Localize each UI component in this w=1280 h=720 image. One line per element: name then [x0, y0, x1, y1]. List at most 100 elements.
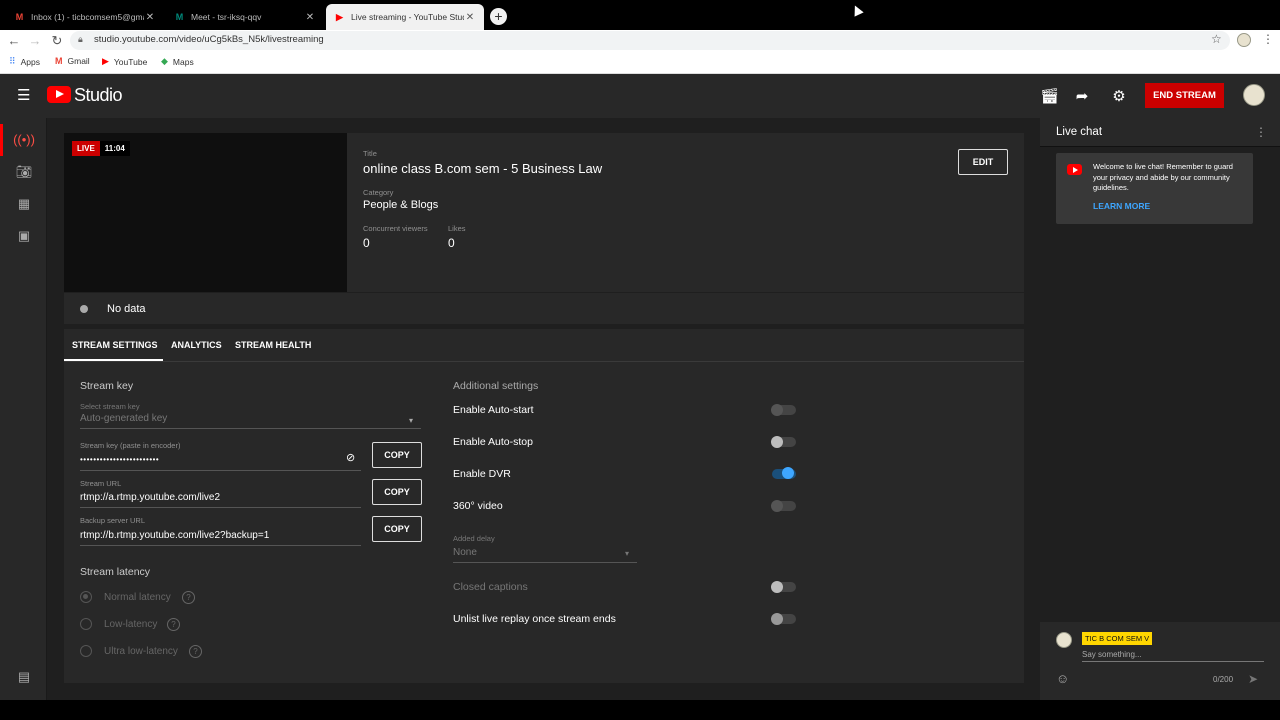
- radio-low-latency[interactable]: [80, 618, 92, 630]
- youtube-logo-icon[interactable]: [47, 86, 71, 103]
- share-arrow-icon[interactable]: ➦: [1073, 87, 1091, 105]
- learn-more-link[interactable]: LEARN MORE: [1093, 201, 1150, 211]
- dropdown-arrow-icon[interactable]: ▾: [625, 549, 629, 558]
- chat-message-input[interactable]: Say something...: [1082, 650, 1142, 659]
- normal-latency-label: Normal latency: [104, 592, 171, 603]
- tab-title: Inbox (1) - ticbcomsem5@gmail: [31, 12, 144, 22]
- emoji-icon[interactable]: ☺: [1056, 671, 1069, 686]
- settings-gear-icon[interactable]: ⚙: [1110, 87, 1128, 105]
- tab-title: Meet - tsr-iksq-qqv: [191, 12, 262, 22]
- tab-title: Live streaming - YouTube Studio: [351, 12, 464, 22]
- bookmark-label: YouTube: [113, 56, 148, 67]
- tab-analytics[interactable]: ANALYTICS: [171, 340, 222, 360]
- end-stream-button[interactable]: END STREAM: [1145, 83, 1224, 108]
- bookmark-label: Apps: [20, 56, 40, 67]
- unlist-replay-label: Unlist live replay once stream ends: [453, 613, 616, 625]
- browser-tab-meet[interactable]: M Meet - tsr-iksq-qqv ✕: [166, 4, 324, 30]
- input-underline: [1082, 661, 1264, 662]
- closed-captions-label: Closed captions: [453, 581, 528, 593]
- backup-url-field[interactable]: rtmp://b.rtmp.youtube.com/live2?backup=1: [80, 530, 269, 541]
- ultra-low-latency-label: Ultra low-latency: [104, 646, 178, 657]
- forward-arrow-icon[interactable]: →: [27, 33, 43, 48]
- live-broadcast-icon[interactable]: ((•)): [13, 132, 35, 152]
- active-nav-indicator: [0, 124, 3, 156]
- profile-avatar[interactable]: [1237, 33, 1251, 47]
- youtube-icon: ▶: [102, 56, 109, 66]
- field-underline: [80, 470, 361, 471]
- lock-icon: 🔒︎: [78, 34, 83, 44]
- radio-normal-latency[interactable]: [80, 591, 92, 603]
- reload-icon[interactable]: ↻: [49, 33, 65, 49]
- dvr-label: Enable DVR: [453, 468, 511, 480]
- stream-url-field[interactable]: rtmp://a.rtmp.youtube.com/live2: [80, 492, 220, 503]
- meet-favicon-icon: M: [175, 11, 184, 22]
- bookmark-maps[interactable]: ◆ Maps: [161, 56, 194, 67]
- feedback-icon[interactable]: ▤: [13, 669, 35, 689]
- hamburger-menu-icon[interactable]: ☰: [17, 86, 30, 104]
- toggle-knob[interactable]: [771, 404, 783, 416]
- toggle-knob[interactable]: [771, 436, 783, 448]
- browser-tab-youtube-studio[interactable]: ▶ Live streaming - YouTube Studio ✕: [326, 4, 484, 30]
- camera-icon[interactable]: 📷︎: [13, 164, 35, 184]
- edit-button[interactable]: EDIT: [958, 149, 1008, 175]
- visibility-off-icon[interactable]: ⊘: [346, 451, 355, 464]
- screen: M Inbox (1) - ticbcomsem5@gmail ✕ M Meet…: [0, 0, 1280, 720]
- url-text[interactable]: studio.youtube.com/video/uCg5kBs_N5k/liv…: [94, 34, 324, 45]
- browser-tab-gmail[interactable]: M Inbox (1) - ticbcomsem5@gmail ✕: [6, 4, 164, 30]
- browser-menu-icon[interactable]: ⋮: [1262, 32, 1274, 46]
- viewers-count: 0: [363, 236, 370, 250]
- copy-backup-url-button[interactable]: COPY: [372, 516, 422, 542]
- youtube-icon: [1067, 164, 1082, 175]
- toggle-knob[interactable]: [771, 581, 783, 593]
- field-underline: [453, 562, 637, 563]
- live-label: LIVE: [72, 141, 100, 156]
- copy-stream-url-button[interactable]: COPY: [372, 479, 422, 505]
- category-value: People & Blogs: [363, 199, 439, 211]
- calendar-icon[interactable]: ▦: [13, 196, 35, 216]
- toggle-knob[interactable]: [771, 613, 783, 625]
- bookmark-gmail[interactable]: M Gmail: [55, 56, 90, 66]
- account-avatar[interactable]: [1243, 84, 1265, 106]
- field-underline: [80, 428, 421, 429]
- bookmark-youtube[interactable]: ▶ YouTube: [102, 56, 147, 67]
- tab-stream-health[interactable]: STREAM HEALTH: [235, 340, 311, 360]
- chat-username: TIC B COM SEM V: [1082, 632, 1153, 645]
- character-counter: 0/200: [1213, 675, 1234, 684]
- more-options-icon[interactable]: ⋮: [1255, 125, 1267, 139]
- toggle-knob[interactable]: [782, 467, 794, 479]
- send-icon[interactable]: ➤: [1248, 672, 1258, 686]
- toggle-knob[interactable]: [771, 500, 783, 512]
- help-icon[interactable]: ?: [182, 591, 195, 604]
- stream-key-heading: Stream key: [80, 380, 134, 392]
- bookmark-apps[interactable]: ⠿ Apps: [9, 56, 40, 67]
- close-tab-icon[interactable]: ✕: [144, 12, 156, 23]
- stream-key-label: Stream key (paste in encoder): [80, 441, 181, 450]
- auto-stop-label: Enable Auto-stop: [453, 436, 533, 448]
- bookmark-star-icon[interactable]: ☆: [1211, 32, 1222, 46]
- settings-card: [64, 329, 1024, 683]
- copy-stream-key-button[interactable]: COPY: [372, 442, 422, 468]
- tab-stream-settings[interactable]: STREAM SETTINGS: [72, 340, 158, 360]
- elapsed-time: 11:04: [99, 141, 130, 156]
- added-delay-select[interactable]: None: [453, 547, 477, 558]
- new-tab-button[interactable]: +: [490, 8, 507, 25]
- help-icon[interactable]: ?: [189, 645, 202, 658]
- close-tab-icon[interactable]: ✕: [304, 12, 316, 23]
- stream-title: online class B.com sem - 5 Business Law: [363, 161, 603, 176]
- radio-ultra-low-latency[interactable]: [80, 645, 92, 657]
- stream-key-field[interactable]: ••••••••••••••••••••••••: [80, 455, 159, 464]
- stream-key-select[interactable]: Auto-generated key: [80, 413, 167, 424]
- studio-logo-text[interactable]: Studio: [74, 85, 123, 106]
- help-icon[interactable]: ?: [167, 618, 180, 631]
- gmail-icon: M: [55, 56, 63, 66]
- added-delay-label: Added delay: [453, 534, 495, 543]
- chat-title: Live chat: [1056, 126, 1103, 138]
- tab-divider: [64, 361, 1024, 362]
- back-arrow-icon[interactable]: ←: [6, 33, 22, 48]
- dropdown-arrow-icon[interactable]: ▾: [409, 416, 413, 425]
- video-360-label: 360° video: [453, 500, 503, 512]
- close-tab-icon[interactable]: ✕: [464, 12, 476, 23]
- manage-icon[interactable]: ▣: [13, 228, 35, 248]
- bookmark-label: Gmail: [67, 56, 90, 66]
- clapperboard-icon[interactable]: 🎬︎: [1040, 87, 1059, 105]
